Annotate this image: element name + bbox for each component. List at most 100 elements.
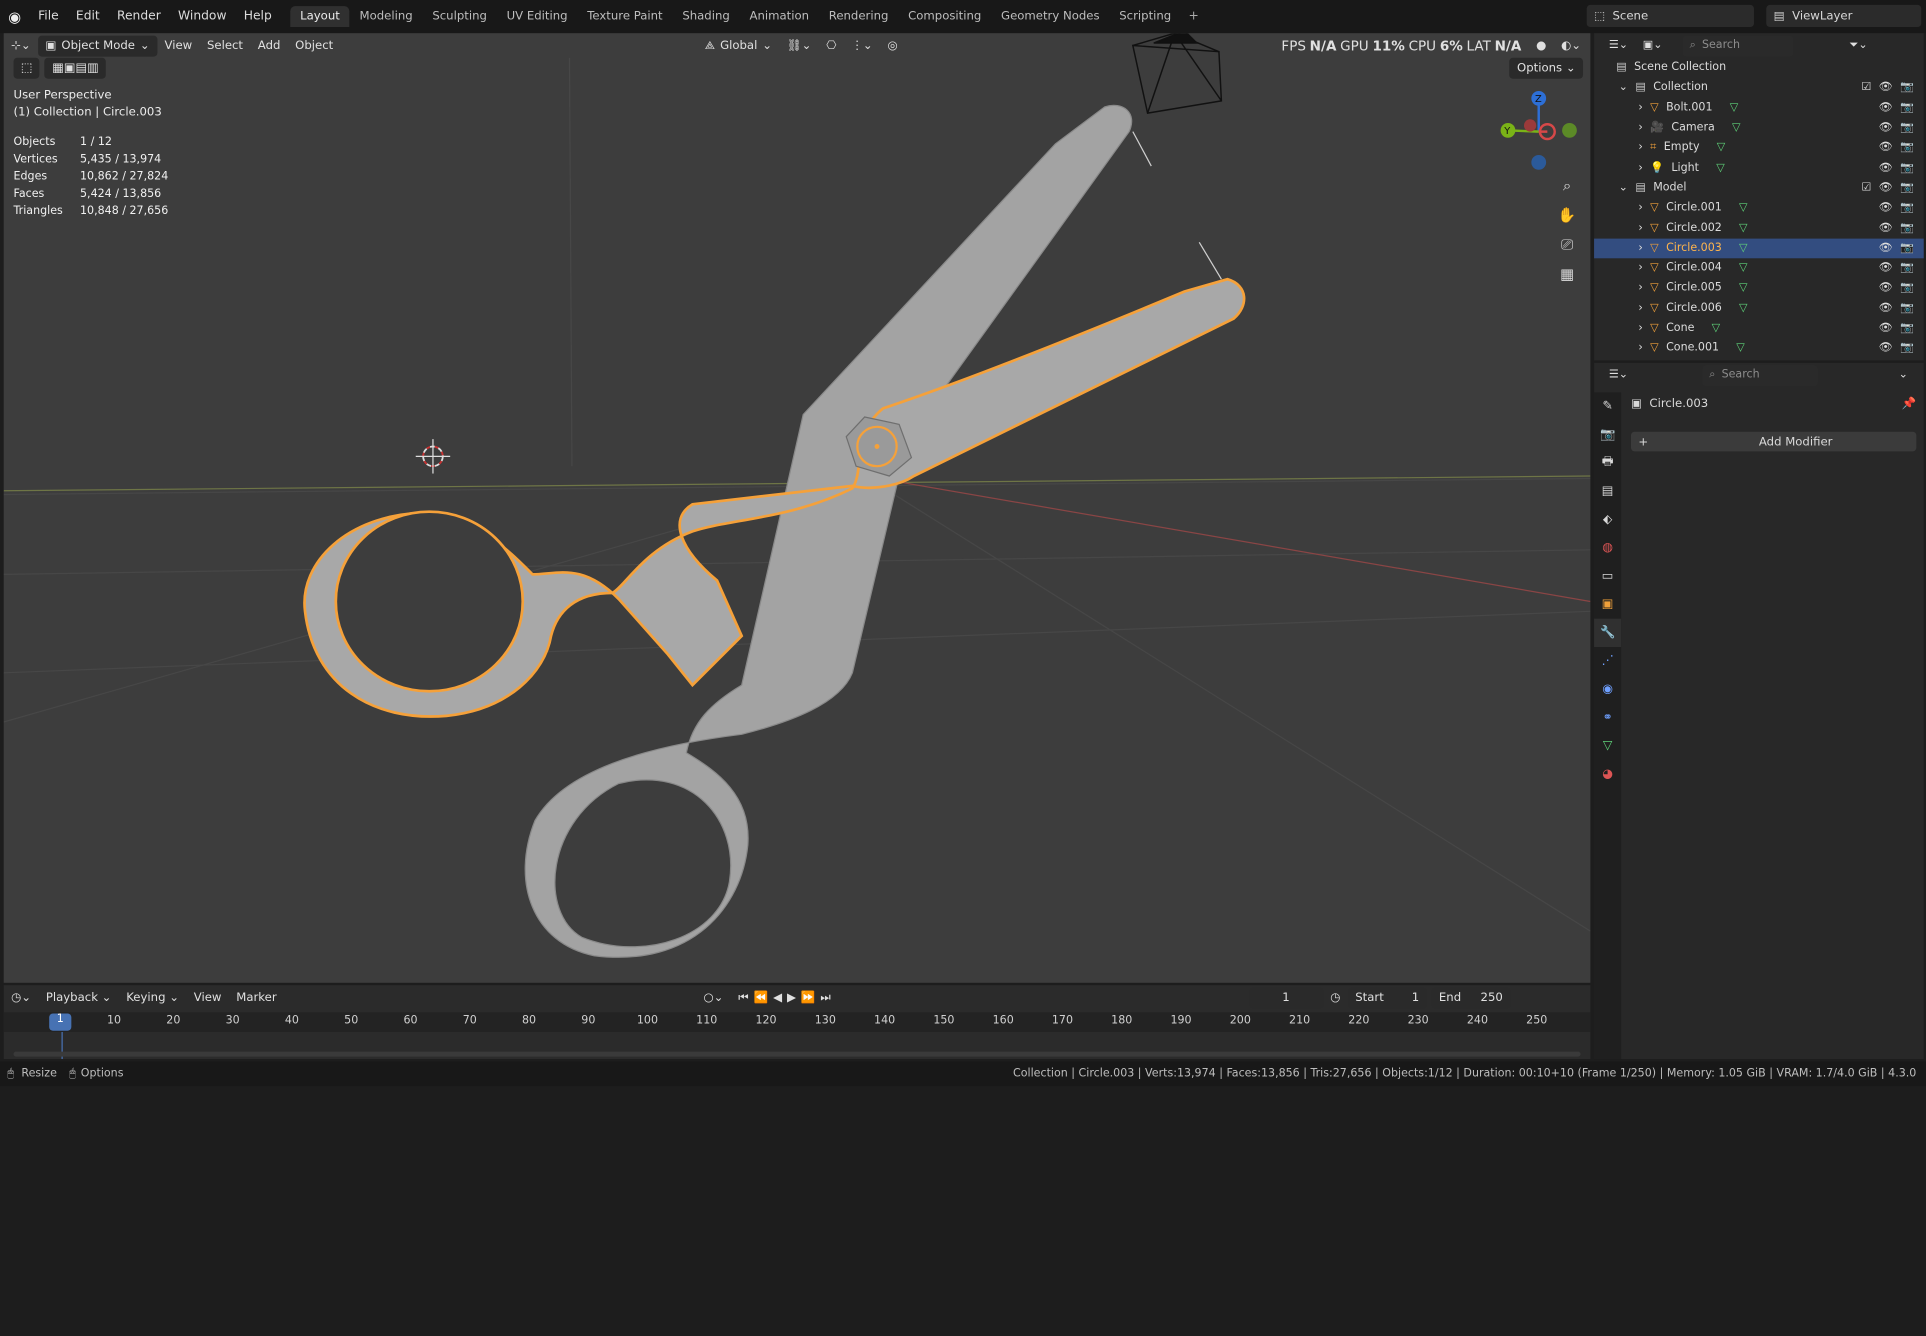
eye-icon[interactable]: 👁: [1879, 322, 1893, 334]
tab-layout[interactable]: Layout: [290, 6, 350, 28]
menu-file[interactable]: File: [30, 10, 68, 24]
3d-cursor[interactable]: [415, 439, 451, 474]
tab-modeling[interactable]: Modeling: [350, 6, 423, 27]
chevron-right-icon[interactable]: ›: [1638, 322, 1642, 334]
eye-icon[interactable]: 👁: [1879, 182, 1893, 194]
outliner-item[interactable]: ⌄ ▤ Collection ☑ 👁 📷: [1594, 78, 1924, 98]
object-tab-icon[interactable]: ▣: [1594, 590, 1621, 618]
end-frame-field[interactable]: End 250: [1431, 987, 1511, 1008]
eye-icon[interactable]: 👁: [1879, 342, 1893, 354]
chevron-right-icon[interactable]: ›: [1638, 122, 1642, 134]
eye-icon[interactable]: 👁: [1879, 302, 1893, 314]
chevron-right-icon[interactable]: ›: [1638, 222, 1642, 234]
render-camera-icon[interactable]: 📷: [1900, 282, 1914, 294]
eye-icon[interactable]: 👁: [1879, 82, 1893, 94]
add-modifier-button[interactable]: + Add Modifier: [1630, 431, 1917, 452]
render-camera-icon[interactable]: 📷: [1900, 222, 1914, 234]
navigation-gizmo[interactable]: Z Y: [1496, 89, 1582, 175]
outliner-editor-type-button[interactable]: ☰⌄: [1601, 35, 1635, 56]
chevron-right-icon[interactable]: ›: [1638, 302, 1642, 314]
selection-mode-buttons[interactable]: ▦▣▤▥: [44, 57, 107, 79]
outliner-item[interactable]: › ▽ Circle.003 ▽ 👁 📷: [1594, 238, 1924, 259]
viewport-menu-view[interactable]: View: [157, 35, 199, 56]
filter-icon[interactable]: ⏷⌄: [1842, 35, 1875, 56]
render-camera-icon[interactable]: 📷: [1900, 242, 1914, 254]
render-camera-icon[interactable]: 📷: [1900, 262, 1914, 274]
shading-solid-icon[interactable]: ●: [1529, 35, 1554, 56]
chevron-right-icon[interactable]: ›: [1638, 202, 1642, 214]
chevron-down-icon[interactable]: ⌄: [1619, 182, 1628, 194]
eye-icon[interactable]: 👁: [1879, 262, 1893, 274]
outliner-item[interactable]: › ▽ Circle.002 ▽ 👁 📷: [1594, 218, 1924, 238]
properties-search-input[interactable]: ⌕ Search: [1701, 364, 1818, 386]
blender-logo-icon[interactable]: ◉: [0, 8, 30, 25]
timeline-scrollbar[interactable]: [13, 1051, 1581, 1057]
camera-view-icon[interactable]: ⎚: [1553, 231, 1580, 258]
tool-tab-icon[interactable]: ✎: [1594, 392, 1621, 420]
render-camera-icon[interactable]: 📷: [1900, 322, 1914, 334]
timeline-menu-playback[interactable]: Playback ⌄: [38, 987, 118, 1008]
exclude-checkbox[interactable]: ☑: [1861, 82, 1871, 94]
view-layer-tab-icon[interactable]: ▤: [1594, 477, 1621, 505]
current-frame-field[interactable]: 1: [1249, 987, 1323, 1008]
outliner-item[interactable]: › 💡 Light ▽ 👁 📷: [1594, 158, 1924, 178]
pin-icon[interactable]: 📌: [1902, 397, 1917, 411]
tab-uv-editing[interactable]: UV Editing: [497, 6, 578, 27]
snap-target-button[interactable]: ⋮⌄: [844, 35, 880, 56]
render-tab-icon[interactable]: 📷: [1594, 421, 1621, 449]
options-dropdown[interactable]: Options ⌄: [1509, 57, 1584, 79]
pivot-point-button[interactable]: ⛓⌄: [779, 35, 818, 56]
chevron-right-icon[interactable]: ›: [1638, 242, 1642, 254]
eye-icon[interactable]: 👁: [1879, 222, 1893, 234]
chevron-right-icon[interactable]: ›: [1638, 342, 1642, 354]
outliner-item[interactable]: › ▽ Circle.001 ▽ 👁 📷: [1594, 198, 1924, 218]
chevron-down-icon[interactable]: ⌄: [1619, 82, 1628, 94]
chevron-right-icon[interactable]: ›: [1638, 102, 1642, 114]
zoom-icon[interactable]: ⌕: [1553, 172, 1580, 199]
gizmo-neg-x-icon[interactable]: [1523, 119, 1537, 132]
viewport-menu-add[interactable]: Add: [250, 35, 287, 56]
tab-shading[interactable]: Shading: [672, 6, 739, 27]
render-camera-icon[interactable]: 📷: [1900, 82, 1914, 94]
outliner-item[interactable]: › ▽ Cone ▽ 👁 📷: [1594, 318, 1924, 338]
outliner-item[interactable]: › ▽ Bolt.001 ▽ 👁 📷: [1594, 98, 1924, 118]
render-camera-icon[interactable]: 📷: [1900, 142, 1914, 154]
editor-type-button[interactable]: ⊹⌄: [4, 35, 38, 56]
view-layer-selector[interactable]: ▤ ViewLayer: [1766, 4, 1922, 28]
render-camera-icon[interactable]: 📷: [1900, 182, 1914, 194]
proportional-edit-icon[interactable]: ◎: [880, 35, 905, 56]
menu-help[interactable]: Help: [235, 10, 280, 24]
outliner-item[interactable]: › ▽ Circle.006 ▽ 👁 📷: [1594, 298, 1924, 318]
render-camera-icon[interactable]: 📷: [1900, 342, 1914, 354]
properties-editor-type-button[interactable]: ☰⌄: [1601, 365, 1635, 386]
tab-geometry-nodes[interactable]: Geometry Nodes: [991, 6, 1109, 27]
menu-window[interactable]: Window: [169, 10, 235, 24]
outliner-search-input[interactable]: ⌕ Search: [1682, 35, 1793, 56]
pan-hand-icon[interactable]: ✋: [1553, 202, 1580, 229]
eye-icon[interactable]: 👁: [1879, 102, 1893, 114]
timeline-editor-type-button[interactable]: ◷⌄: [4, 987, 39, 1008]
render-camera-icon[interactable]: 📷: [1900, 162, 1914, 174]
clock-icon[interactable]: ◷: [1323, 987, 1348, 1008]
auto-keying-icon[interactable]: ○⌄: [696, 987, 731, 1008]
add-workspace-button[interactable]: +: [1181, 10, 1206, 24]
eye-icon[interactable]: 👁: [1879, 142, 1893, 154]
render-camera-icon[interactable]: 📷: [1900, 202, 1914, 214]
eye-icon[interactable]: 👁: [1879, 282, 1893, 294]
exclude-checkbox[interactable]: ☑: [1861, 182, 1871, 194]
scene-selector[interactable]: ⬚ Scene: [1586, 4, 1754, 28]
eye-icon[interactable]: 👁: [1879, 242, 1893, 254]
snap-toggle-icon[interactable]: ⎔: [819, 35, 844, 56]
physics-tab-icon[interactable]: ◉: [1594, 675, 1621, 703]
outliner-item[interactable]: › ⌗ Empty ▽ 👁 📷: [1594, 138, 1924, 158]
viewport-menu-object[interactable]: Object: [288, 35, 341, 56]
tab-scripting[interactable]: Scripting: [1109, 6, 1181, 27]
timeline-menu-view[interactable]: View: [186, 987, 228, 1008]
3d-viewport[interactable]: ⊹⌄ ▣ Object Mode ⌄ View Select Add Objec…: [3, 33, 1591, 983]
outliner-item[interactable]: › ▽ Circle.005 ▽ 👁 📷: [1594, 278, 1924, 298]
object-mode-dropdown[interactable]: ▣ Object Mode ⌄: [38, 35, 158, 56]
chevron-right-icon[interactable]: ›: [1638, 142, 1642, 154]
data-tab-icon[interactable]: ▽: [1594, 732, 1621, 760]
chevron-right-icon[interactable]: ›: [1638, 162, 1642, 174]
tab-rendering[interactable]: Rendering: [819, 6, 898, 27]
